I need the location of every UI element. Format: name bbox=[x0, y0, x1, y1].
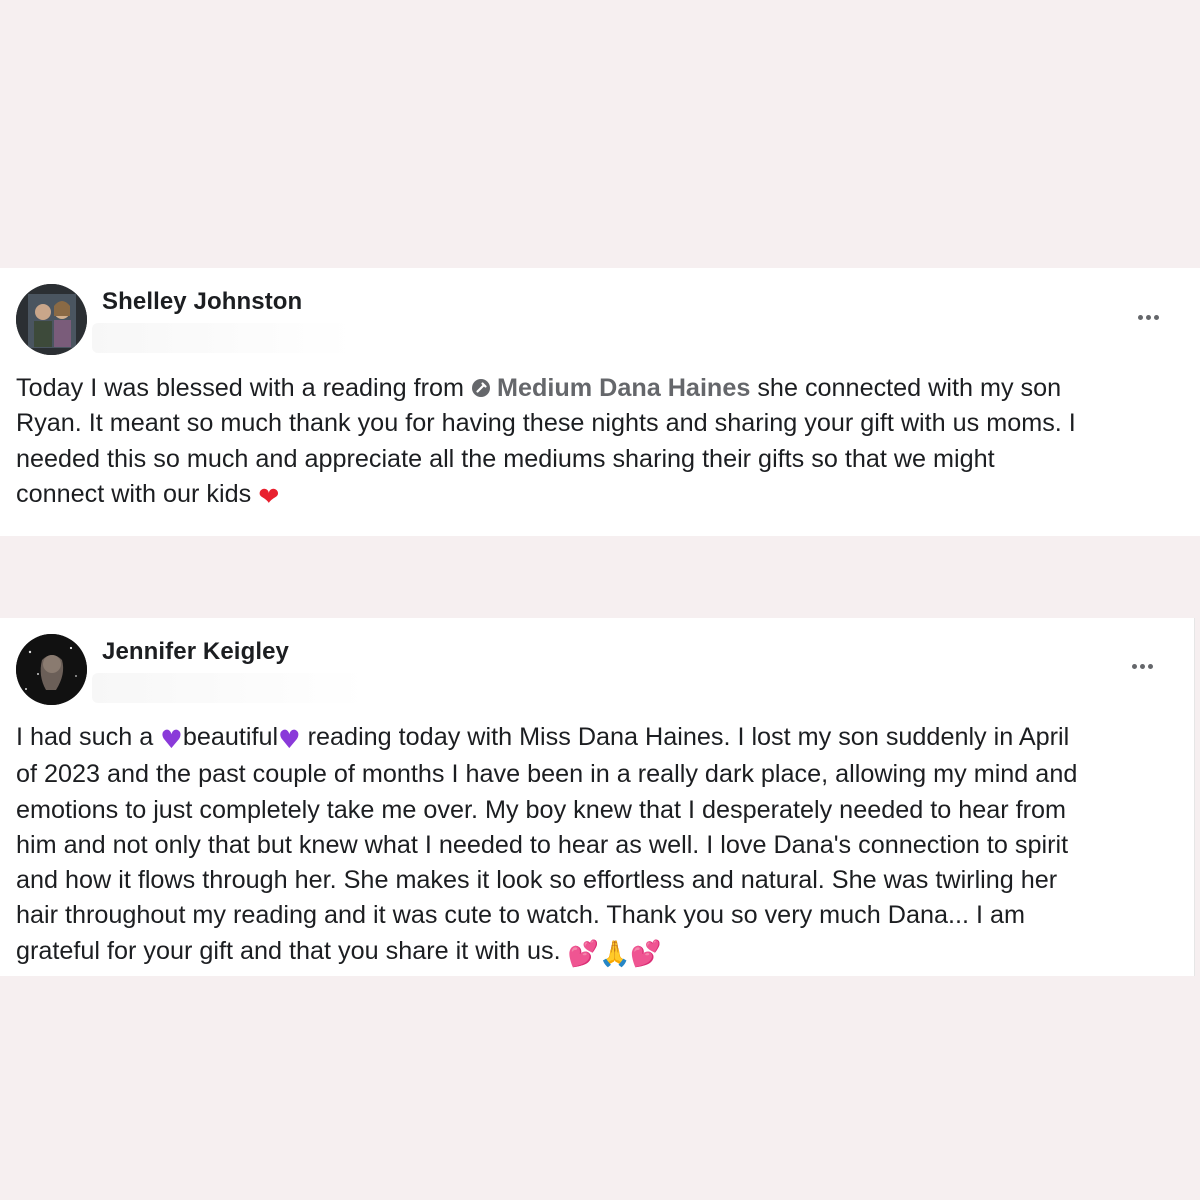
post-line: him and not only that but knew what I ne… bbox=[16, 830, 1069, 859]
more-options-icon-dot bbox=[1147, 663, 1153, 669]
post-line: Ryan. It meant so much thank you for hav… bbox=[16, 409, 1076, 438]
more-options-icon bbox=[1131, 663, 1137, 669]
verified-page-icon bbox=[472, 379, 490, 397]
post-text-segment: grateful for your gift and that you shar… bbox=[16, 936, 568, 965]
folded-hands-emoji: 🙏 bbox=[599, 938, 631, 968]
avatar[interactable] bbox=[16, 284, 87, 355]
post-line: and how it flows through her. She makes … bbox=[16, 866, 1058, 895]
post-text-segment: reading today with Miss Dana Haines. I l… bbox=[300, 723, 1070, 751]
purple-heart-emoji: ♥ bbox=[278, 725, 301, 754]
post-text-segment: connect with our kids bbox=[16, 479, 259, 508]
post-line: connect with our kids ❤ bbox=[16, 477, 1076, 514]
more-options-icon-dot bbox=[1139, 663, 1145, 669]
post-line: of 2023 and the past couple of months I … bbox=[16, 760, 1078, 789]
avatar[interactable] bbox=[16, 634, 87, 705]
more-options-icon-dot bbox=[1145, 314, 1151, 320]
post-line: needed this so much and appreciate all t… bbox=[16, 444, 995, 473]
two-hearts-emoji: 💕 bbox=[567, 938, 599, 968]
post-line: grateful for your gift and that you shar… bbox=[16, 934, 1077, 971]
post-text: I had such a ♥beautiful♥ reading today w… bbox=[16, 720, 1077, 971]
purple-heart-emoji: ♥ bbox=[160, 725, 183, 754]
two-hearts-emoji: 💕 bbox=[630, 938, 662, 968]
post-card: Jennifer Keigley I had such a ♥beautiful… bbox=[0, 618, 1195, 976]
red-heart-emoji: ❤ bbox=[258, 481, 280, 511]
avatar-photo bbox=[16, 284, 87, 355]
page-mention-link[interactable]: Medium Dana Haines bbox=[471, 374, 750, 402]
post-line: I had such a ♥beautiful♥ reading today w… bbox=[16, 720, 1077, 757]
author-name[interactable]: Jennifer Keigley bbox=[102, 638, 289, 666]
mention-name: Medium Dana Haines bbox=[497, 374, 751, 402]
post-meta-blurred bbox=[92, 323, 354, 353]
post-text-segment: she connected with my son bbox=[750, 374, 1062, 402]
more-options-icon bbox=[1137, 314, 1143, 320]
post-line: emotions to just completely take me over… bbox=[16, 795, 1067, 824]
post-line: Today I was blessed with a reading from … bbox=[16, 371, 1076, 406]
post-text-segment: beautiful bbox=[182, 723, 279, 751]
post-line: hair throughout my reading and it was cu… bbox=[16, 901, 1025, 930]
more-options-button[interactable] bbox=[1120, 651, 1164, 681]
post-text: Today I was blessed with a reading from … bbox=[16, 371, 1076, 514]
more-options-button[interactable] bbox=[1126, 302, 1170, 332]
avatar-photo bbox=[16, 634, 87, 705]
more-options-icon-dot bbox=[1153, 314, 1159, 320]
post-text-segment: Today I was blessed with a reading from bbox=[16, 374, 471, 402]
post-meta-blurred bbox=[92, 673, 367, 703]
post-card: Shelley Johnston Today I was blessed wit… bbox=[0, 268, 1200, 536]
post-text-segment: I had such a bbox=[16, 723, 161, 751]
author-name[interactable]: Shelley Johnston bbox=[102, 288, 302, 316]
